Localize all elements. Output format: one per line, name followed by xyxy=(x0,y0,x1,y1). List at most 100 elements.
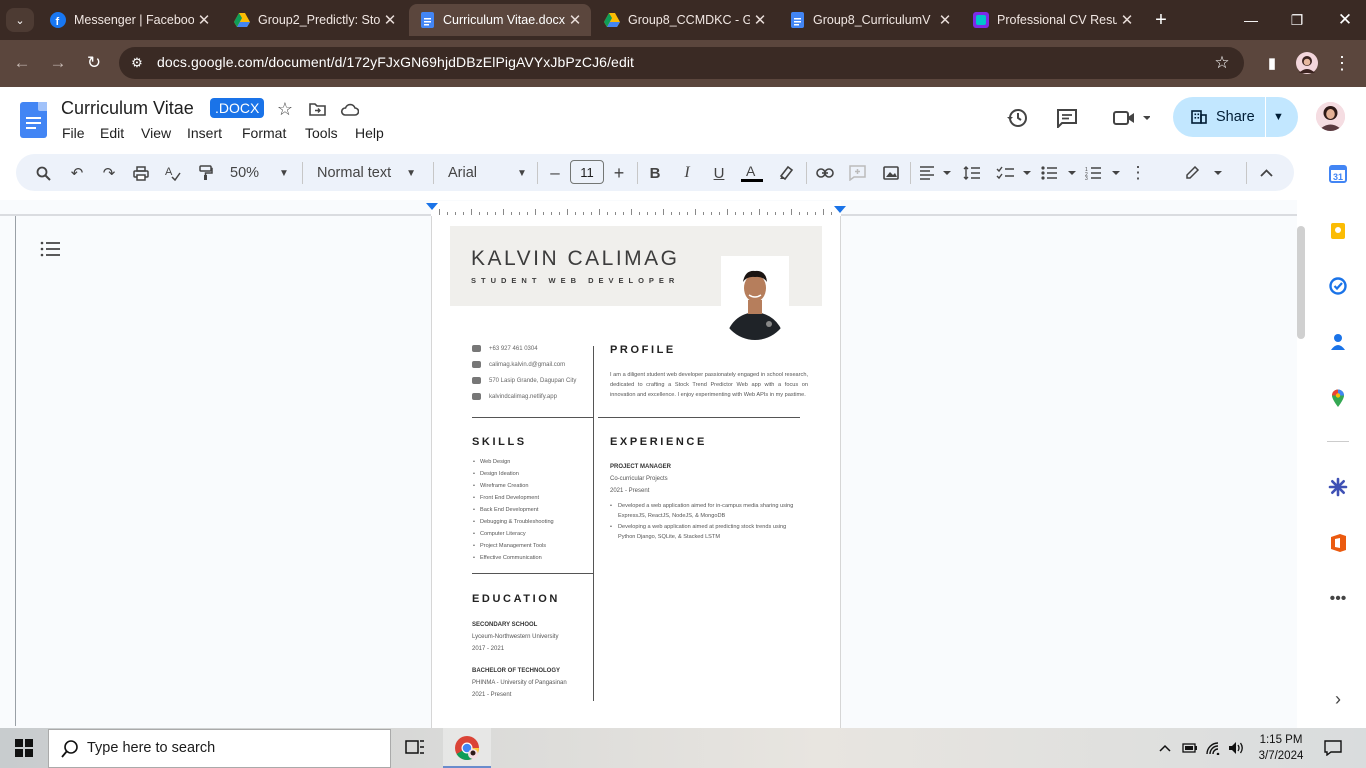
tab-group8-curriculum[interactable]: Group8_CurriculumV ✕ xyxy=(779,4,961,36)
checklist-icon[interactable] xyxy=(995,163,1033,183)
tab-group8-ccmdkc[interactable]: Group8_CCMDKC - G ✕ xyxy=(594,4,776,36)
meet-icon[interactable] xyxy=(1108,105,1152,131)
back-button[interactable]: ← xyxy=(9,50,35,76)
minimize-button[interactable]: — xyxy=(1236,8,1266,32)
close-icon[interactable]: ✕ xyxy=(380,11,400,29)
close-window-button[interactable]: ✕ xyxy=(1330,8,1360,32)
editing-mode-icon[interactable] xyxy=(1184,163,1224,183)
forward-button[interactable]: → xyxy=(45,50,71,76)
contacts-icon[interactable] xyxy=(1328,332,1348,352)
show-hidden-icons-icon[interactable] xyxy=(1155,738,1175,758)
close-icon[interactable]: ✕ xyxy=(565,11,585,29)
toolbar-divider xyxy=(302,162,303,184)
document-page[interactable]: KALVIN CALIMAG STUDENT WEB DEVELOPER +63… xyxy=(431,216,841,728)
calendar-icon[interactable]: 31 xyxy=(1328,164,1348,184)
wifi-icon[interactable] xyxy=(1204,738,1224,758)
add-comment-icon[interactable] xyxy=(847,163,867,183)
volume-icon[interactable] xyxy=(1227,738,1247,758)
insert-link-icon[interactable] xyxy=(815,163,835,183)
profile-avatar[interactable] xyxy=(1295,52,1319,74)
more-options-icon[interactable]: ⋮ xyxy=(1130,163,1147,183)
hide-menus-icon[interactable] xyxy=(1256,163,1276,183)
site-settings-icon[interactable]: ⚙ xyxy=(125,52,149,74)
keep-icon[interactable] xyxy=(1328,221,1348,241)
right-indent-marker[interactable] xyxy=(834,206,846,213)
menu-view[interactable]: View xyxy=(141,125,171,141)
decrease-font-size-icon[interactable]: – xyxy=(546,163,564,183)
tasks-icon[interactable] xyxy=(1328,276,1348,296)
italic-icon[interactable]: I xyxy=(678,163,696,183)
more-addons-icon[interactable]: ••• xyxy=(1328,589,1348,609)
close-icon[interactable]: ✕ xyxy=(750,11,770,29)
addon-asterisk-icon[interactable] xyxy=(1328,477,1348,497)
zoom-select[interactable]: 50% ▼ xyxy=(230,163,289,183)
comments-icon[interactable] xyxy=(1054,105,1080,131)
star-icon[interactable]: ☆ xyxy=(275,99,295,119)
font-value: Arial xyxy=(448,165,478,181)
vertical-ruler[interactable] xyxy=(13,216,16,726)
toolbar-divider xyxy=(806,162,807,184)
highlight-color-icon[interactable] xyxy=(776,163,796,183)
share-dropdown-icon[interactable]: ▼ xyxy=(1273,111,1284,123)
menu-help[interactable]: Help xyxy=(355,125,384,141)
undo-icon[interactable]: ↶ xyxy=(67,163,87,183)
bold-icon[interactable]: B xyxy=(646,163,664,183)
reload-button[interactable]: ↻ xyxy=(81,50,107,76)
restore-button[interactable]: ❐ xyxy=(1282,8,1312,32)
menu-format[interactable]: Format xyxy=(242,125,286,141)
menu-tools[interactable]: Tools xyxy=(305,125,338,141)
close-icon[interactable]: ✕ xyxy=(1117,11,1137,29)
tab-messenger[interactable]: f Messenger | Facebook ✕ xyxy=(40,4,220,36)
expand-panel-icon[interactable]: › xyxy=(1328,689,1348,709)
paint-format-icon[interactable] xyxy=(195,163,215,183)
line-spacing-icon[interactable] xyxy=(962,163,982,183)
chrome-menu-icon[interactable]: ⋮ xyxy=(1330,52,1354,74)
battery-icon[interactable] xyxy=(1180,738,1200,758)
maps-icon[interactable] xyxy=(1328,388,1348,408)
style-select[interactable]: Normal text ▼ xyxy=(317,163,416,183)
tab-group2-predictly[interactable]: Group2_Predictly: Sto ✕ xyxy=(224,4,406,36)
menu-insert[interactable]: Insert xyxy=(187,125,222,141)
font-select[interactable]: Arial ▼ xyxy=(448,163,527,183)
search-menus-icon[interactable] xyxy=(33,163,53,183)
tab-search-button[interactable]: ⌄ xyxy=(6,8,34,32)
system-clock[interactable]: 1:15 PM 3/7/2024 xyxy=(1254,732,1308,764)
office-addon-icon[interactable] xyxy=(1328,533,1348,553)
text-color-icon[interactable]: A xyxy=(740,163,764,183)
font-size-input[interactable]: 11 xyxy=(570,160,604,184)
spellcheck-icon[interactable]: A xyxy=(163,163,183,183)
close-icon[interactable]: ✕ xyxy=(935,11,955,29)
url-text[interactable]: docs.google.com/document/d/172yFJxGN69hj… xyxy=(157,54,634,70)
align-icon[interactable] xyxy=(918,163,952,183)
notifications-icon[interactable] xyxy=(1323,738,1343,758)
left-indent-marker[interactable] xyxy=(426,203,438,210)
tab-professional-cv[interactable]: Professional CV Resu ✕ xyxy=(963,4,1143,36)
bookmark-star-icon[interactable]: ☆ xyxy=(1210,52,1234,74)
close-icon[interactable]: ✕ xyxy=(194,11,214,29)
insert-image-icon[interactable] xyxy=(881,163,901,183)
increase-font-size-icon[interactable]: + xyxy=(610,163,628,183)
cloud-saved-icon[interactable] xyxy=(339,100,359,118)
windows-start-button[interactable] xyxy=(8,736,40,760)
numbered-list-icon[interactable]: 123 xyxy=(1084,163,1122,183)
google-docs-logo[interactable] xyxy=(20,102,47,138)
version-history-icon[interactable] xyxy=(1004,105,1030,131)
print-icon[interactable] xyxy=(131,163,151,183)
bulleted-list-icon[interactable] xyxy=(1040,163,1078,183)
document-title[interactable]: Curriculum Vitae xyxy=(61,98,194,119)
new-tab-button[interactable]: + xyxy=(1150,9,1172,31)
account-avatar[interactable] xyxy=(1316,102,1345,131)
redo-icon[interactable]: ↷ xyxy=(99,163,119,183)
tab-curriculum-vitae[interactable]: Curriculum Vitae.docx ✕ xyxy=(409,4,591,36)
ruler-tick xyxy=(535,209,536,215)
move-folder-icon[interactable] xyxy=(307,100,327,118)
menu-edit[interactable]: Edit xyxy=(100,125,124,141)
side-panel-icon[interactable]: ▮ xyxy=(1260,52,1284,74)
horizontal-ruler[interactable] xyxy=(431,201,841,216)
underline-icon[interactable]: U xyxy=(710,163,728,183)
task-view-icon[interactable] xyxy=(405,737,425,757)
taskbar-chrome-button[interactable] xyxy=(443,728,491,768)
vertical-scrollbar[interactable] xyxy=(1297,226,1305,339)
menu-file[interactable]: File xyxy=(62,125,85,141)
document-outline-icon[interactable] xyxy=(40,240,62,258)
